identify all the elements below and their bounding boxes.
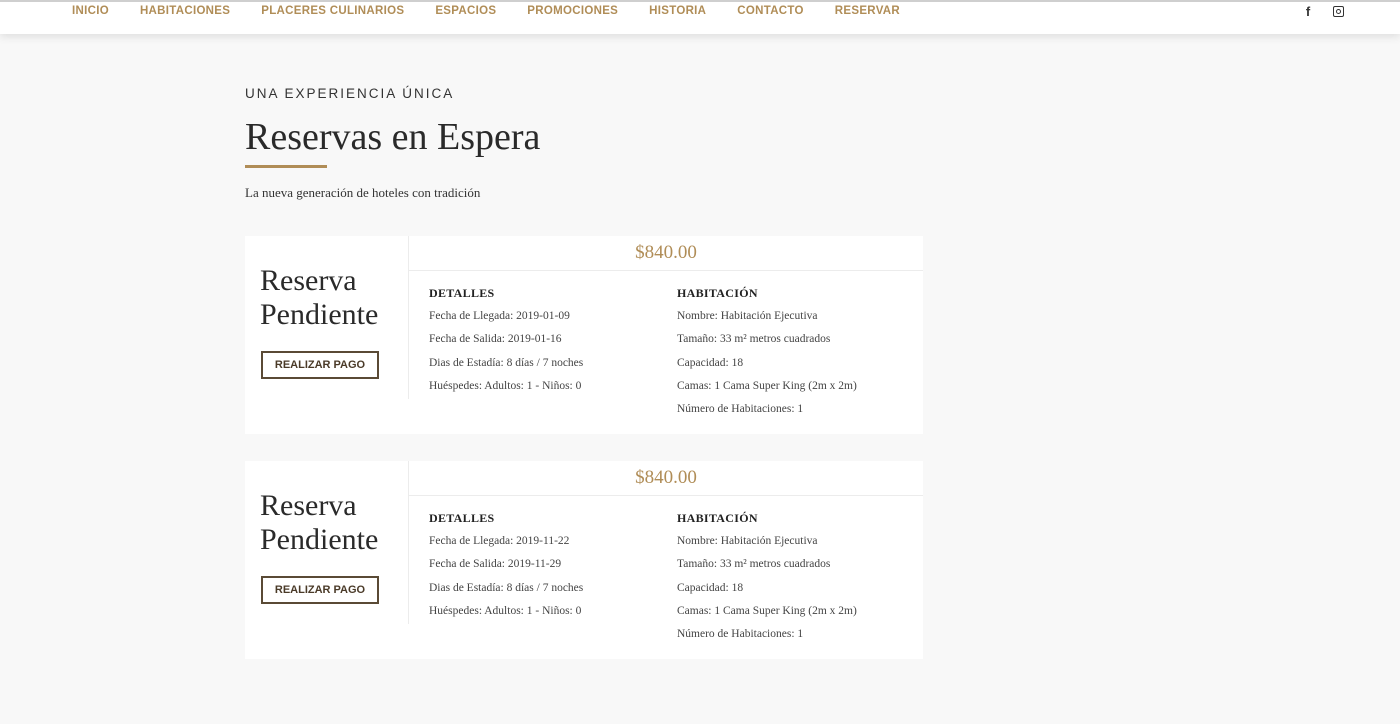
page-eyebrow: UNA EXPERIENCIA ÚNICA: [245, 86, 455, 101]
nav-reservar[interactable]: RESERVAR: [835, 5, 900, 17]
reservation-status: Reserva Pendiente: [260, 489, 379, 556]
nav-inicio[interactable]: INICIO: [72, 5, 109, 17]
reservation-card: Reserva Pendiente REALIZAR PAGO $840.00 …: [245, 236, 923, 434]
room-heading: HABITACIÓN: [677, 511, 758, 525]
room-beds: Camas: 1 Cama Super King (2m x 2m): [677, 604, 857, 617]
arrival-date: Fecha de Llegada: 2019-11-22: [429, 535, 570, 547]
stay-length: Dias de Estadía: 8 días / 7 noches: [429, 581, 584, 594]
room-capacity: Capacidad: 18: [677, 581, 744, 594]
nav-historia[interactable]: HISTORIA: [649, 5, 706, 17]
room-size: Tamaño: 33 m² metros cuadrados: [677, 333, 831, 346]
departure-date: Fecha de Salida: 2019-01-16: [429, 333, 562, 346]
room-beds: Camas: 1 Cama Super King (2m x 2m): [677, 379, 857, 392]
reservation-summary: Reserva Pendiente REALIZAR PAGO: [245, 236, 409, 399]
room-name: Nombre: Habitación Ejecutiva: [677, 535, 818, 547]
nav-placeres-culinarios[interactable]: PLACERES CULINARIOS: [261, 5, 404, 17]
nav-contacto[interactable]: CONTACTO: [737, 5, 804, 17]
room-name: Nombre: Habitación Ejecutiva: [677, 310, 818, 322]
details-column: DETALLES Fecha de Llegada: 2019-01-09 Fe…: [429, 286, 669, 400]
room-size: Tamaño: 33 m² metros cuadrados: [677, 558, 831, 571]
social-links: f: [1302, 4, 1344, 19]
details-heading: DETALLES: [429, 286, 495, 300]
page-header: UNA EXPERIENCIA ÚNICA Reservas en Espera…: [245, 86, 945, 201]
instagram-icon[interactable]: [1332, 4, 1344, 18]
room-count: Número de Habitaciones: 1: [677, 628, 804, 641]
reservation-card: Reserva Pendiente REALIZAR PAGO $840.00 …: [245, 461, 923, 659]
page-title: Reservas en Espera: [245, 116, 541, 158]
details-column: DETALLES Fecha de Llegada: 2019-11-22 Fe…: [429, 511, 669, 625]
pay-button[interactable]: REALIZAR PAGO: [261, 351, 379, 379]
stay-length: Dias de Estadía: 8 días / 7 noches: [429, 356, 584, 369]
details-heading: DETALLES: [429, 511, 495, 525]
nav-espacios[interactable]: ESPACIOS: [435, 5, 496, 17]
departure-date: Fecha de Salida: 2019-11-29: [429, 558, 562, 571]
nav-promociones[interactable]: PROMOCIONES: [527, 5, 618, 17]
arrival-date: Fecha de Llegada: 2019-01-09: [429, 310, 570, 322]
main-nav: INICIO HABITACIONES PLACERES CULINARIOS …: [72, 5, 931, 17]
reservation-summary: Reserva Pendiente REALIZAR PAGO: [245, 461, 409, 624]
title-underline: [245, 165, 327, 168]
reservation-status: Reserva Pendiente: [260, 264, 379, 331]
facebook-icon[interactable]: f: [1302, 4, 1314, 19]
room-count: Número de Habitaciones: 1: [677, 403, 804, 416]
reservation-price: $840.00: [409, 236, 923, 271]
room-column: HABITACIÓN Nombre: Habitación Ejecutiva …: [677, 511, 917, 648]
nav-habitaciones[interactable]: HABITACIONES: [140, 5, 230, 17]
guests: Huéspedes: Adultos: 1 - Niños: 0: [429, 604, 582, 617]
guests: Huéspedes: Adultos: 1 - Niños: 0: [429, 379, 582, 392]
pay-button[interactable]: REALIZAR PAGO: [261, 576, 379, 604]
reservation-price: $840.00: [409, 461, 923, 496]
page-subtitle: La nueva generación de hoteles con tradi…: [245, 185, 481, 200]
room-capacity: Capacidad: 18: [677, 356, 744, 369]
room-heading: HABITACIÓN: [677, 286, 758, 300]
top-navigation-bar: INICIO HABITACIONES PLACERES CULINARIOS …: [0, 0, 1400, 34]
room-column: HABITACIÓN Nombre: Habitación Ejecutiva …: [677, 286, 917, 423]
